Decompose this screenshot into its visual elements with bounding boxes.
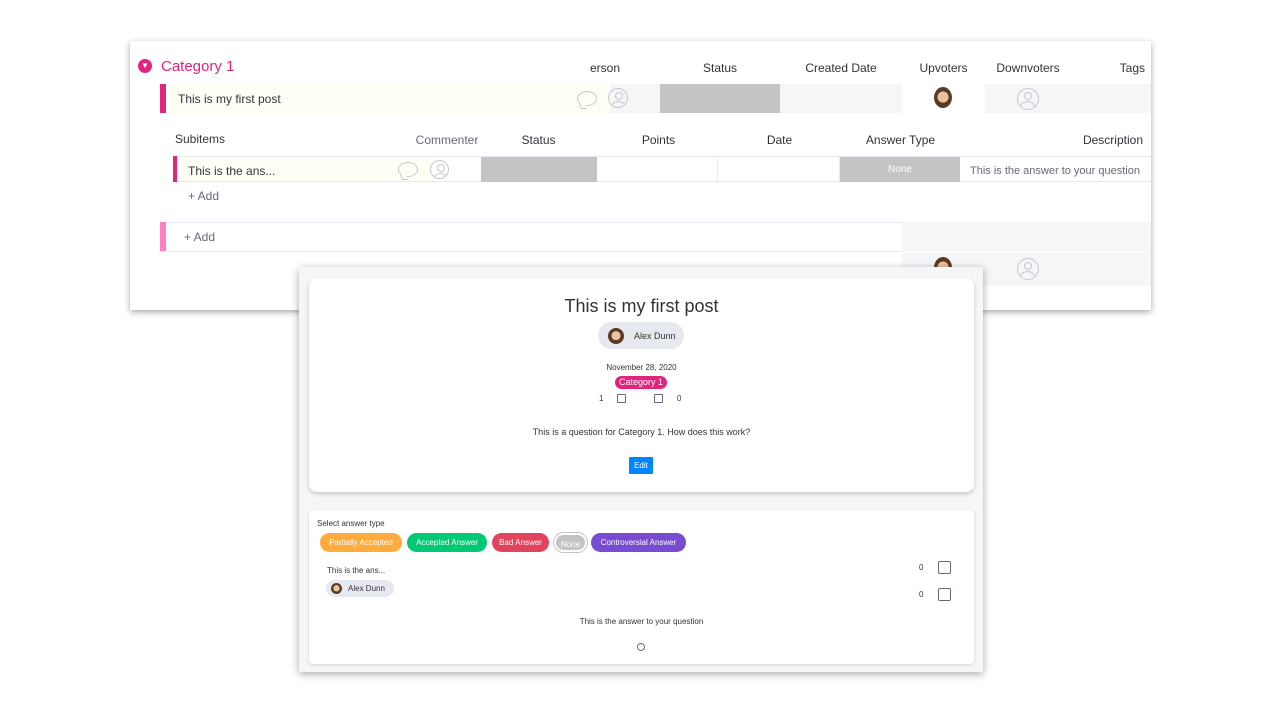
post-title: This is my first post — [564, 296, 719, 316]
created-date-cell[interactable] — [781, 84, 901, 113]
post-author-avatar — [608, 327, 624, 344]
column-header-downvoters[interactable]: Downvoters — [986, 61, 1070, 75]
subitem-title[interactable]: This is the ans... — [188, 164, 275, 178]
column-header-tags[interactable]: Tags — [1071, 61, 1151, 75]
subitem-updates-bubble-icon[interactable] — [398, 162, 418, 177]
add-subitem-button[interactable]: + Add — [188, 189, 219, 203]
subitem-status-cell[interactable] — [481, 157, 597, 182]
item-title[interactable]: This is my first post — [178, 92, 281, 106]
type-controversial-answer-button[interactable]: Controversial Answer — [591, 533, 686, 552]
column-header-created-date[interactable]: Created Date — [781, 61, 901, 75]
thumbs-down-icon[interactable] — [654, 394, 663, 403]
subitems-label: Subitems — [175, 132, 226, 146]
subitem-column-commenter[interactable]: Commenter — [407, 133, 487, 147]
post-date: November 28, 2020 — [606, 363, 677, 372]
answer-author-avatar — [331, 583, 342, 594]
type-accepted-answer-button[interactable]: Accepted Answer — [407, 533, 487, 552]
type-bad-answer-button[interactable]: Bad Answer — [492, 533, 549, 552]
subitem-points-cell[interactable] — [598, 157, 718, 182]
post-question: This is a question for Category 1. How d… — [532, 427, 751, 437]
type-none-button[interactable]: None — [554, 533, 587, 552]
subitem-column-points[interactable]: Points — [598, 133, 719, 147]
post-card: This is my first post Alex Dunn November… — [309, 278, 974, 492]
column-header-status[interactable]: Status — [660, 61, 780, 75]
answer-thumbs-up-icon[interactable] — [938, 561, 951, 574]
type-partially-accepted-button[interactable]: Partially Accepted — [320, 533, 402, 552]
answer-author-pill[interactable]: Alex Dunn — [326, 580, 394, 597]
updates-bubble-icon[interactable] — [577, 91, 597, 106]
subitem-description[interactable]: This is the answer to your question — [970, 165, 1140, 177]
answer-thumbs-down-icon[interactable] — [938, 588, 951, 601]
downvoter-placeholder-icon[interactable] — [1017, 88, 1039, 110]
subitem-column-status[interactable]: Status — [480, 133, 597, 147]
collapse-group-icon[interactable]: ▼ — [138, 59, 152, 73]
subitem-date-cell[interactable] — [719, 157, 840, 182]
thumbs-up-icon[interactable] — [617, 394, 626, 403]
column-header-person[interactable]: erson — [590, 61, 640, 75]
column-header-upvoters[interactable]: Upvoters — [902, 61, 985, 75]
answer-author-name: Alex Dunn — [348, 584, 385, 593]
subitem-column-description[interactable]: Description — [961, 133, 1151, 147]
answer-downvote-count: 0 — [919, 590, 924, 599]
subitem-answer-type-cell[interactable]: None — [840, 157, 960, 182]
commenter-placeholder-icon[interactable] — [430, 160, 449, 179]
group-title[interactable]: Category 1 — [161, 58, 234, 75]
add-item-button[interactable]: + Add — [184, 230, 215, 244]
group-header: ▼ Category 1 — [138, 55, 234, 77]
post-category-badge: Category 1 — [615, 376, 667, 389]
upvoter-avatar[interactable] — [934, 87, 952, 108]
edit-button[interactable]: Edit — [629, 457, 653, 474]
add-item-stripe — [160, 222, 166, 251]
subitem-column-date[interactable]: Date — [719, 133, 840, 147]
post-upvote-count: 1 — [599, 394, 604, 403]
post-detail-modal: This is my first post Alex Dunn November… — [299, 267, 983, 672]
post-downvote-count: 0 — [677, 394, 682, 403]
person-placeholder-icon[interactable] — [608, 88, 628, 108]
answer-title: This is the ans... — [327, 566, 386, 575]
post-author-pill[interactable]: Alex Dunn — [598, 322, 684, 349]
subitem-column-answer-type[interactable]: Answer Type — [840, 133, 961, 147]
select-answer-type-label: Select answer type — [317, 519, 385, 528]
post-author-name: Alex Dunn — [634, 330, 676, 341]
add-item-summary-cell — [902, 222, 1151, 252]
answer-upvote-count: 0 — [919, 563, 924, 572]
summary-downvoter-placeholder-icon — [1017, 258, 1039, 280]
status-cell[interactable] — [660, 84, 780, 113]
answer-card: Select answer type Partially Accepted Ac… — [309, 510, 974, 664]
answer-clock-icon[interactable] — [637, 643, 645, 651]
answer-text: This is the answer to your question — [579, 617, 704, 626]
